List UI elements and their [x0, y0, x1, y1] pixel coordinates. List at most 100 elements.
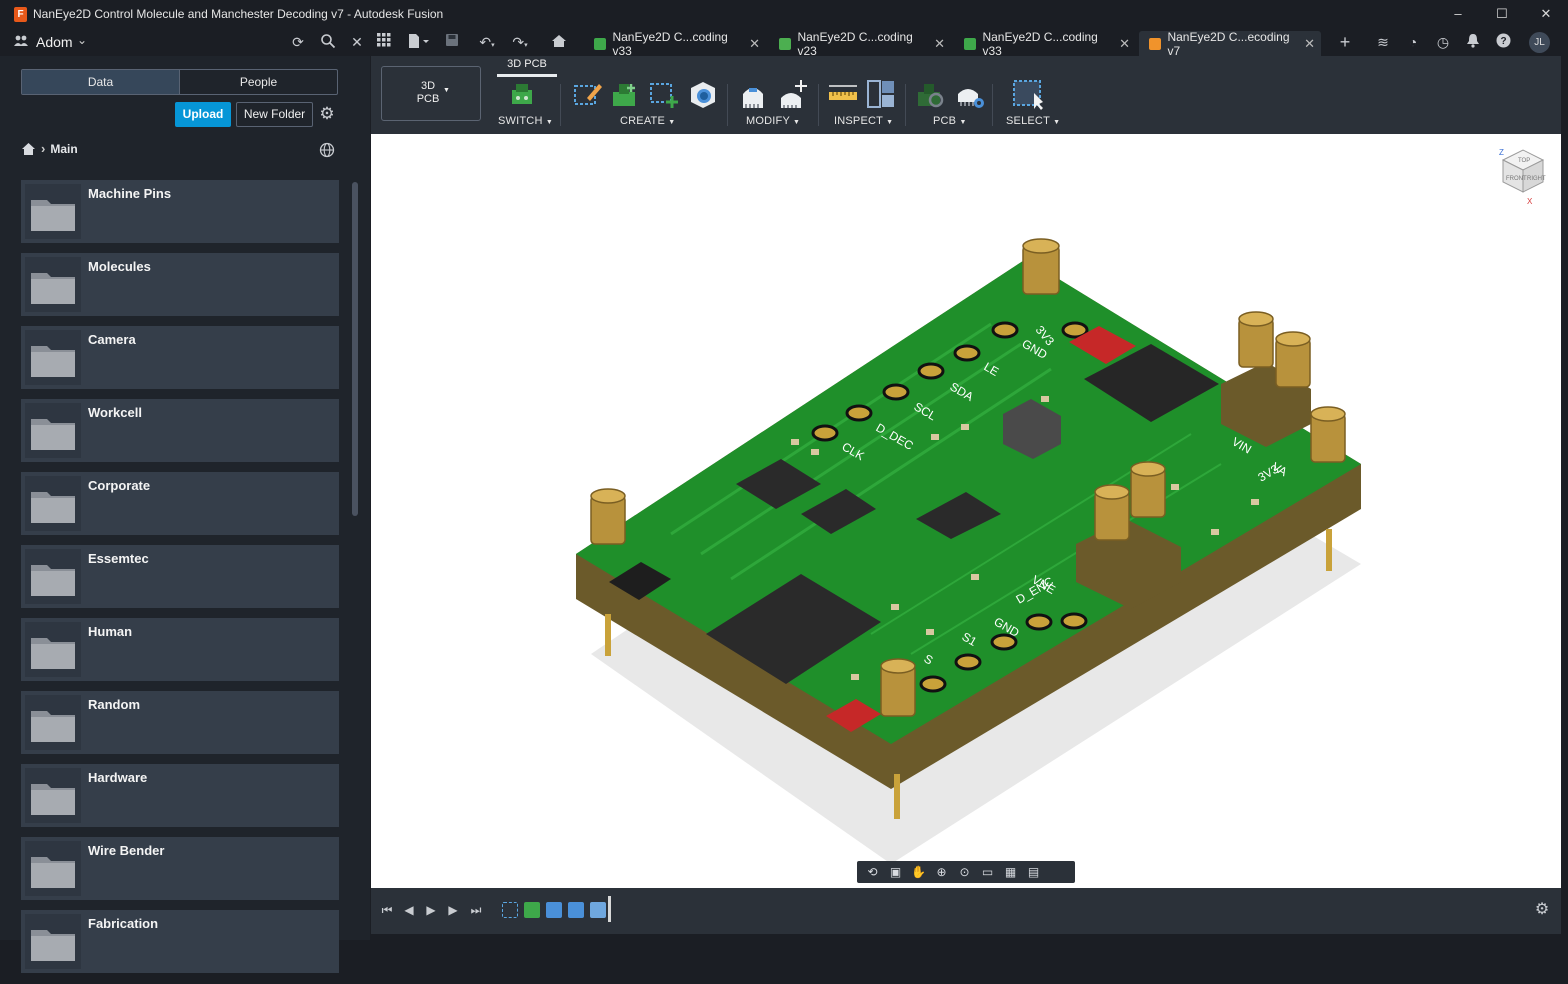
pcb-settings-icon[interactable] — [954, 78, 986, 110]
timeline-feature-icon[interactable] — [546, 902, 562, 918]
search-icon[interactable] — [319, 33, 337, 51]
window-select-icon[interactable] — [1012, 78, 1044, 110]
sketch-outline-icon[interactable] — [571, 78, 603, 110]
document-tab-active[interactable]: NanEye2D C...ecoding v7 ✕ — [1139, 30, 1321, 58]
divider — [905, 84, 906, 126]
pcb-3d-model[interactable]: 3V3 GND LE SDA SCL D_DEC CLK VIN VA 3V3 … — [371, 134, 1561, 888]
close-button[interactable]: ✕ — [1524, 0, 1568, 28]
list-item[interactable]: Molecules — [21, 253, 339, 316]
go-to-end-icon[interactable]: ⏭ — [468, 902, 484, 918]
play-icon[interactable]: ▶ — [423, 902, 439, 918]
group-label-switch[interactable]: SWITCH ▼ — [498, 115, 553, 127]
create-region-icon[interactable] — [647, 78, 679, 110]
timeline-feature-icon[interactable] — [590, 902, 606, 918]
globe-icon[interactable] — [318, 141, 336, 159]
step-forward-icon[interactable]: ▶ — [445, 902, 461, 918]
new-folder-button[interactable]: New Folder — [236, 102, 313, 127]
list-item[interactable]: Fabrication — [21, 910, 339, 973]
close-tab-icon[interactable]: ✕ — [1304, 36, 1315, 52]
group-label-inspect[interactable]: INSPECT ▼ — [834, 115, 893, 127]
modify-component-icon[interactable] — [737, 78, 769, 110]
folder-icon — [25, 622, 81, 677]
workspace-name[interactable]: Adom — [36, 34, 73, 50]
file-menu-icon[interactable] — [406, 33, 432, 51]
document-tab[interactable]: NanEye2D C...coding v23 ✕ — [769, 30, 951, 58]
list-item[interactable]: Wire Bender — [21, 837, 339, 900]
list-item[interactable]: Essemtec — [21, 545, 339, 608]
notifications-bell-icon[interactable] — [1464, 33, 1482, 51]
minimize-button[interactable]: – — [1436, 0, 1480, 28]
list-item[interactable]: Human — [21, 618, 339, 681]
upload-button[interactable]: Upload — [175, 102, 231, 127]
create-3d-body-icon[interactable] — [687, 78, 719, 110]
timeline-feature-icon[interactable] — [568, 902, 584, 918]
move-component-icon[interactable] — [777, 78, 809, 110]
step-back-icon[interactable]: ◀ — [401, 902, 417, 918]
home-icon[interactable] — [21, 142, 36, 156]
folder-name: Fabrication — [88, 916, 159, 931]
pcb-link-icon[interactable] — [914, 78, 946, 110]
breadcrumb-current[interactable]: Main — [50, 142, 77, 156]
document-tab[interactable]: NanEye2D C...coding v33 ✕ — [954, 30, 1136, 58]
group-label-select[interactable]: SELECT ▼ — [1006, 115, 1060, 127]
list-item[interactable]: Random — [21, 691, 339, 754]
save-icon[interactable] — [443, 33, 461, 51]
tab-people[interactable]: People — [180, 70, 337, 94]
pan-hand-icon[interactable]: ✋ — [907, 863, 930, 881]
list-item[interactable]: Hardware — [21, 764, 339, 827]
job-status-icon[interactable]: ◔ — [1404, 33, 1422, 51]
redo-icon[interactable]: ↷▾ — [507, 33, 533, 51]
settings-gear-icon[interactable]: ⚙ — [318, 105, 336, 123]
viewports-icon[interactable]: ▤ — [1022, 863, 1045, 881]
document-tab[interactable]: NanEye2D C...coding v33 ✕ — [584, 30, 766, 58]
grid-icon[interactable]: ▦ — [999, 863, 1022, 881]
tab-data[interactable]: Data — [22, 70, 180, 94]
group-label-create[interactable]: CREATE ▼ — [620, 115, 675, 127]
maximize-button[interactable]: ☐ — [1480, 0, 1524, 28]
app-grid-icon[interactable] — [375, 33, 393, 51]
display-settings-icon[interactable]: ▭ — [976, 863, 999, 881]
go-to-start-icon[interactable]: ⏮ — [379, 902, 395, 918]
tab-3d-pcb[interactable]: 3D PCB — [497, 58, 557, 70]
3d-viewport[interactable]: 3V3 GND LE SDA SCL D_DEC CLK VIN VA 3V3 … — [371, 134, 1561, 888]
zoom-icon[interactable]: ⊕ — [930, 863, 953, 881]
home-icon[interactable] — [550, 33, 568, 51]
workspace-switcher[interactable]: 3D PCB ▼ — [381, 66, 481, 121]
user-avatar[interactable]: JL — [1529, 32, 1550, 53]
orbit-icon[interactable]: ⟲ — [861, 863, 884, 881]
timeline-settings-gear-icon[interactable]: ⚙ — [1533, 901, 1551, 919]
timeline-component-icon[interactable] — [524, 902, 540, 918]
extensions-icon[interactable]: ≋ — [1374, 33, 1392, 51]
group-label-modify[interactable]: MODIFY ▼ — [746, 115, 800, 127]
clock-icon[interactable]: ◷ — [1434, 33, 1452, 51]
list-item[interactable]: Corporate — [21, 472, 339, 535]
list-item[interactable]: Workcell — [21, 399, 339, 462]
folder-name: Camera — [88, 332, 136, 347]
group-label-pcb[interactable]: PCB ▼ — [933, 115, 967, 127]
zoom-window-icon[interactable]: ⊙ — [953, 863, 976, 881]
close-panel-icon[interactable]: ✕ — [348, 33, 366, 51]
close-tab-icon[interactable]: ✕ — [749, 36, 760, 52]
look-at-icon[interactable]: ▣ — [884, 863, 907, 881]
new-tab-icon[interactable]: + — [1336, 33, 1354, 51]
create-component-icon[interactable] — [609, 78, 641, 110]
help-icon[interactable]: ? — [1494, 33, 1512, 51]
switch-pcb-icon[interactable] — [507, 78, 539, 110]
list-item[interactable]: Machine Pins — [21, 180, 339, 243]
folder-name: Workcell — [88, 405, 142, 420]
team-hub-icon[interactable] — [14, 34, 28, 48]
undo-icon[interactable]: ↶▾ — [474, 33, 500, 51]
chevron-down-icon[interactable]: ⌄ — [77, 33, 87, 47]
inspect-layers-icon[interactable] — [865, 78, 897, 110]
folder-list-scrollbar[interactable] — [352, 182, 358, 516]
window-controls: – ☐ ✕ — [1436, 0, 1568, 28]
timeline-sketch-icon[interactable] — [502, 902, 518, 918]
timeline-marker[interactable] — [608, 896, 611, 922]
list-item[interactable]: Camera — [21, 326, 339, 389]
close-tab-icon[interactable]: ✕ — [934, 36, 945, 52]
window-border — [371, 934, 1568, 940]
viewcube[interactable]: Z TOP FRONT RIGHT X — [1495, 146, 1549, 206]
refresh-icon[interactable]: ⟳ — [289, 33, 307, 51]
close-tab-icon[interactable]: ✕ — [1119, 36, 1130, 52]
measure-icon[interactable] — [827, 78, 859, 110]
